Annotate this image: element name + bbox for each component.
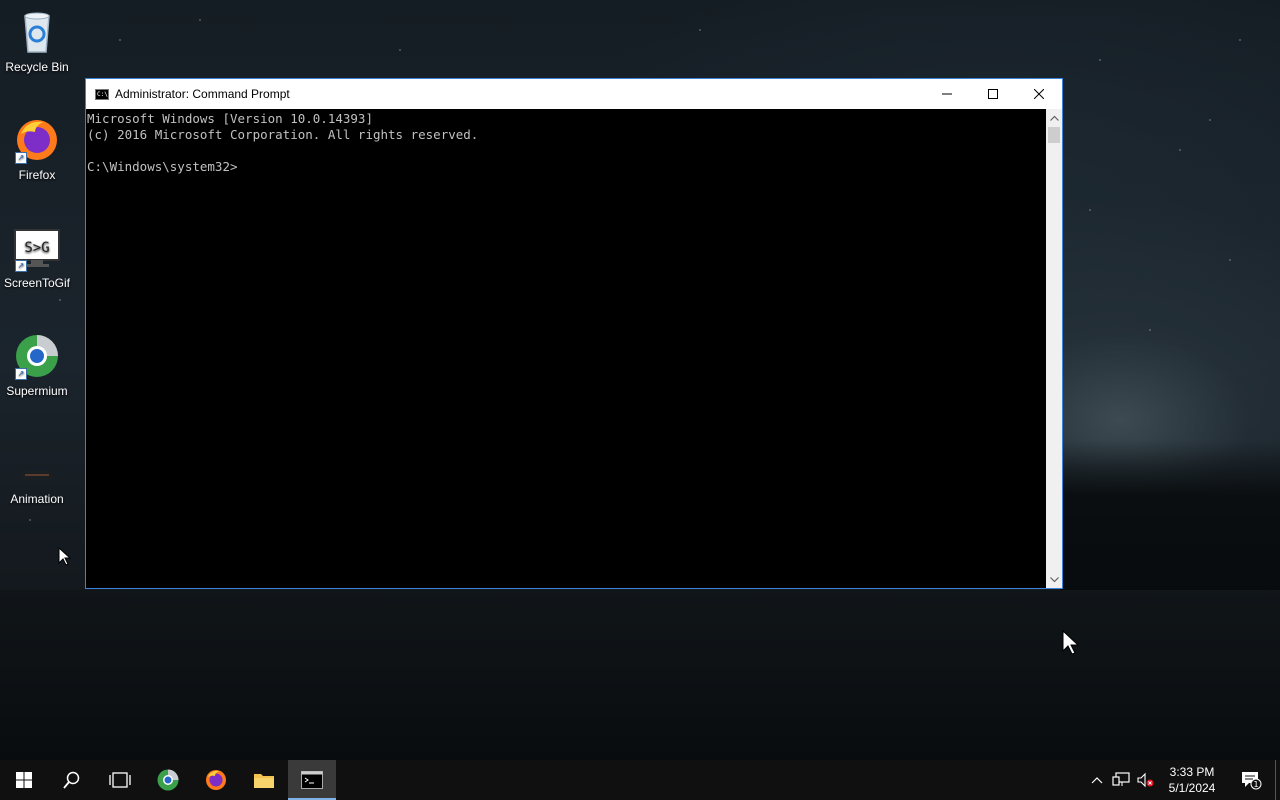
title-bar[interactable]: C:\ Administrator: Command Prompt <box>86 79 1062 109</box>
close-button[interactable] <box>1016 79 1062 109</box>
window-title: Administrator: Command Prompt <box>115 87 290 101</box>
desktop-icon-firefox[interactable]: ↗ Firefox <box>0 116 74 182</box>
action-center-button[interactable]: 1 <box>1227 760 1275 800</box>
task-view-button[interactable] <box>96 760 144 800</box>
clock[interactable]: 3:33 PM 5/1/2024 <box>1157 764 1227 796</box>
chevron-up-icon <box>1049 115 1059 121</box>
mouse-cursor-icon <box>58 547 72 566</box>
desktop-icon-screentogif[interactable]: S>G ↗ ScreenToGif <box>0 224 74 290</box>
firefox-icon <box>206 770 226 790</box>
console-output[interactable]: Microsoft Windows [Version 10.0.14393] (c… <box>86 109 1046 588</box>
taskbar-supermium[interactable] <box>144 760 192 800</box>
desktop-icon-supermium[interactable]: ↗ Supermium <box>0 332 74 398</box>
desktop-icon-recycle-bin[interactable]: Recycle Bin <box>0 8 74 74</box>
desktop-icon-label: Firefox <box>18 168 56 182</box>
maximize-icon <box>988 89 998 99</box>
console-line: (c) 2016 Microsoft Corporation. All righ… <box>87 127 479 142</box>
notification-count: 1 <box>1253 780 1258 789</box>
volume-muted-icon <box>1137 772 1154 788</box>
console-prompt-line: C:\Windows\system32> <box>87 159 238 174</box>
network-icon <box>1112 772 1130 786</box>
cmd-icon <box>301 771 323 789</box>
search-icon <box>63 771 80 789</box>
system-tray: 3:33 PM 5/1/2024 1 <box>1085 760 1280 800</box>
wallpaper-treeline <box>1060 440 1280 600</box>
vertical-scrollbar[interactable] <box>1046 109 1062 588</box>
shortcut-arrow-icon: ↗ <box>15 152 27 164</box>
supermium-icon <box>157 769 179 791</box>
clock-date: 5/1/2024 <box>1168 781 1216 795</box>
show-desktop-button[interactable] <box>1275 760 1280 800</box>
animation-file-icon <box>13 440 61 488</box>
taskbar-command-prompt[interactable] <box>288 760 336 800</box>
desktop-icon-animation[interactable]: Animation <box>0 440 74 506</box>
taskbar: 3:33 PM 5/1/2024 1 <box>0 760 1280 800</box>
console-line: Microsoft Windows [Version 10.0.14393] <box>87 111 373 126</box>
search-button[interactable] <box>48 760 96 800</box>
desktop-icon-label: ScreenToGif <box>3 276 71 290</box>
mouse-cursor-icon <box>1062 630 1080 655</box>
show-hidden-icons-button[interactable] <box>1085 760 1109 800</box>
task-view-icon <box>109 772 131 788</box>
scroll-down-button[interactable] <box>1046 571 1062 588</box>
folder-icon <box>254 774 274 788</box>
svg-text:S>G: S>G <box>24 240 49 256</box>
windows-logo-icon <box>16 772 32 788</box>
taskbar-file-explorer[interactable] <box>240 760 288 800</box>
shortcut-arrow-icon: ↗ <box>15 368 27 380</box>
taskbar-firefox[interactable] <box>192 760 240 800</box>
scroll-thumb[interactable] <box>1048 127 1060 143</box>
desktop-icon-label: Animation <box>10 492 64 506</box>
desktop-icon-label: Supermium <box>6 384 68 398</box>
minimize-button[interactable] <box>924 79 970 109</box>
firefox-icon: ↗ <box>13 116 61 164</box>
screentogif-icon: S>G ↗ <box>13 224 61 272</box>
scroll-up-button[interactable] <box>1046 109 1062 126</box>
close-icon <box>1034 89 1044 99</box>
chevron-down-icon <box>1049 576 1059 582</box>
maximize-button[interactable] <box>970 79 1016 109</box>
desktop-icon-label: Recycle Bin <box>5 60 69 74</box>
clock-time: 3:33 PM <box>1169 765 1215 779</box>
minimize-icon <box>942 93 952 95</box>
start-button[interactable] <box>0 760 48 800</box>
volume-button[interactable] <box>1133 760 1157 800</box>
chevron-up-icon <box>1091 777 1103 784</box>
network-button[interactable] <box>1109 760 1133 800</box>
recycle-bin-icon <box>13 8 61 56</box>
cmd-icon: C:\ <box>95 88 109 100</box>
wallpaper-lake <box>0 590 1280 760</box>
shortcut-arrow-icon: ↗ <box>15 260 27 272</box>
command-prompt-window[interactable]: C:\ Administrator: Command Prompt Micros… <box>85 78 1063 589</box>
notification-icon: 1 <box>1242 772 1262 790</box>
supermium-icon: ↗ <box>13 332 61 380</box>
